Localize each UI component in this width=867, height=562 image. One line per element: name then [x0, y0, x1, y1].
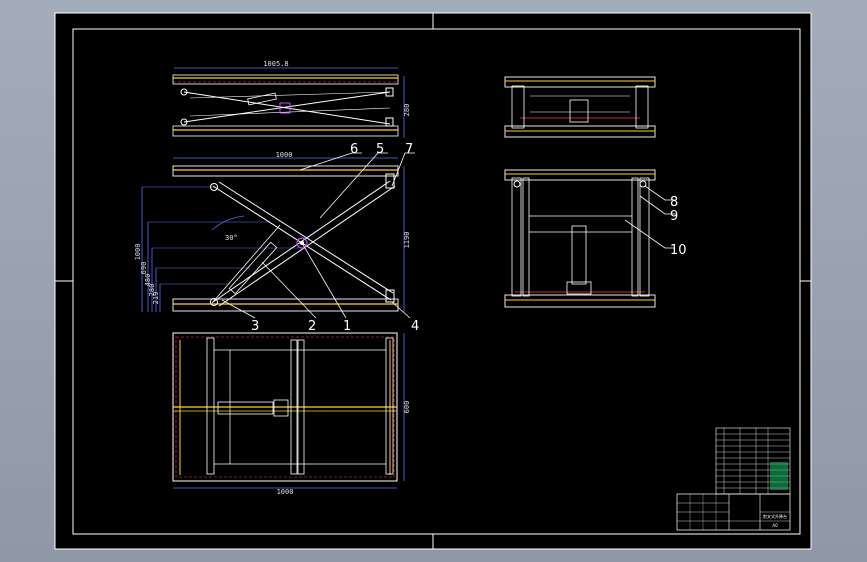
front-dim-h0: 1000 [134, 244, 142, 261]
sheet-size: A0 [772, 523, 778, 528]
callout-7: 7 [405, 142, 413, 157]
plan-dim-length: 1000 [277, 488, 294, 496]
drawing-title: 剪叉式升降台 [763, 513, 787, 519]
callout-9: 9 [670, 209, 678, 224]
callout-2: 2 [308, 319, 316, 334]
front-dim-h1: 690 [140, 262, 148, 275]
callout-10: 10 [670, 243, 687, 258]
front-dim-h4: 219 [152, 292, 160, 305]
callout-5: 5 [376, 142, 384, 157]
plan-dim-width: 600 [403, 401, 411, 414]
side-dim-height: 280 [403, 104, 411, 117]
side-dim-length: 1005.8 [263, 60, 288, 68]
callout-4: 4 [411, 319, 419, 334]
cad-viewport[interactable]: 1005.8 280 1000 1190 1000 690 480 280 21… [0, 0, 867, 562]
paper-sheet [55, 13, 811, 549]
callout-1: 1 [343, 319, 351, 334]
drawing-sheet: 1005.8 280 1000 1190 1000 690 480 280 21… [54, 12, 812, 550]
front-dim-angle: 30° [225, 234, 238, 242]
front-dim-height: 1190 [403, 232, 411, 249]
callout-6: 6 [350, 142, 358, 157]
callout-3: 3 [251, 319, 259, 334]
front-dim-length: 1000 [276, 151, 293, 159]
callout-8: 8 [670, 195, 678, 210]
